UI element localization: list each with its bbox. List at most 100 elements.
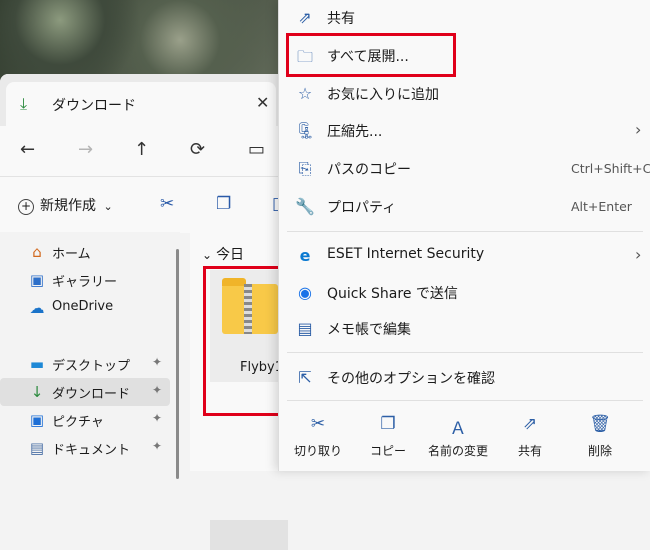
menu-separator: [287, 231, 643, 232]
sidebar-item-label: デスクトップ: [52, 359, 131, 374]
menu-item-properties[interactable]: 🔧 プロパティ Alt+Enter: [279, 189, 650, 225]
pin-icon[interactable]: ✦: [152, 355, 162, 369]
onedrive-cloud-icon: ☁: [29, 299, 45, 317]
new-button-label: 新規作成: [40, 198, 96, 214]
sidebar-item-label: ホーム: [52, 247, 91, 262]
menu-item-label: 圧縮先...: [327, 124, 383, 140]
sidebar-item-label: ギャラリー: [52, 275, 118, 290]
copy-path-icon: ⎘: [298, 159, 312, 178]
chevron-right-icon: ›: [635, 245, 642, 264]
menu-item-more-options[interactable]: ⇱ その他のオプションを確認: [279, 360, 650, 396]
menu-item-label: プロパティ: [327, 200, 397, 216]
navigation-bar: ← → ↑ ⟳ ▭: [0, 126, 300, 176]
quick-share-icon: ◉: [298, 283, 312, 302]
sidebar-item-label: ドキュメント: [52, 443, 131, 458]
copy-button[interactable]: ❐ コピー: [353, 412, 423, 471]
tab-title: ダウンロード: [52, 98, 136, 114]
more-options-icon: ⇱: [298, 368, 312, 387]
menu-separator: [287, 400, 643, 401]
trash-icon: 🗑: [589, 414, 611, 434]
shortcut-label: Ctrl+Shift+C: [571, 161, 650, 176]
cut-icon[interactable]: ✂: [160, 194, 174, 214]
tab-downloads[interactable]: ⤓ ダウンロード ✕: [6, 82, 276, 126]
gallery-icon: ▣: [29, 271, 45, 289]
menu-separator: [287, 352, 643, 353]
copy-icon: ❐: [380, 414, 396, 434]
sidebar-item-onedrive[interactable]: ☁ OneDrive: [0, 294, 170, 322]
menu-item-label: 共有: [327, 11, 355, 27]
pin-icon[interactable]: ✦: [152, 411, 162, 425]
share-icon: ⇗: [522, 414, 538, 434]
sidebar-item-home[interactable]: ⌂ ホーム: [0, 238, 170, 266]
cut-button[interactable]: ✂ 切り取り: [283, 412, 353, 471]
sidebar-item-label: OneDrive: [52, 299, 114, 314]
action-label: 切り取り: [293, 444, 342, 458]
menu-item-share[interactable]: ⇗ 共有: [279, 0, 650, 36]
sidebar-item-label: ダウンロード: [52, 387, 131, 402]
documents-icon: ▤: [29, 439, 45, 457]
chevron-right-icon: ›: [635, 120, 642, 139]
shortcut-label: Alt+Enter: [571, 199, 632, 214]
action-label: 共有: [517, 444, 542, 458]
back-arrow-icon[interactable]: ←: [20, 139, 35, 160]
sidebar-item-pictures[interactable]: ▣ ピクチャ ✦: [0, 406, 170, 434]
new-button[interactable]: + 新規作成 ⌄: [18, 195, 113, 215]
menu-item-add-favorite[interactable]: ☆ お気に入りに追加: [279, 76, 650, 112]
action-label: 削除: [587, 444, 612, 458]
tab-bar: ⤓ ダウンロード ✕: [0, 74, 300, 126]
command-bar: + 新規作成 ⌄ ✂ ❐ ▯: [0, 176, 300, 233]
delete-button[interactable]: 🗑 削除: [565, 412, 635, 471]
group-label: 今日: [216, 247, 245, 263]
pin-icon[interactable]: ✦: [152, 439, 162, 453]
forward-arrow-icon[interactable]: →: [78, 139, 93, 160]
menu-item-label: ESET Internet Security: [327, 246, 485, 262]
notepad-icon: ▤: [297, 319, 313, 338]
action-label: コピー: [369, 444, 406, 458]
download-icon: ⤓: [20, 94, 28, 113]
menu-item-label: メモ帳で編集: [327, 322, 411, 338]
menu-item-copy-path[interactable]: ⎘ パスのコピー Ctrl+Shift+C: [279, 151, 650, 187]
pictures-icon: ▣: [29, 411, 45, 429]
home-icon: ⌂: [32, 243, 42, 261]
close-icon[interactable]: ✕: [256, 93, 269, 112]
navigation-pane: ⌂ ホーム ▣ ギャラリー ☁ OneDrive ▬ デスクトップ ✦ ↓ ダウ…: [0, 232, 180, 471]
menu-item-eset[interactable]: e ESET Internet Security ›: [279, 238, 650, 274]
cut-icon: ✂: [310, 414, 326, 434]
context-menu-action-bar: ✂ 切り取り ❐ コピー Ａ 名前の変更 ⇗ 共有 🗑 削除: [279, 412, 650, 471]
menu-item-label: その他のオプションを確認: [327, 371, 495, 387]
star-icon: ☆: [297, 84, 313, 103]
eset-icon: e: [299, 246, 311, 265]
group-header-today[interactable]: ⌄ 今日: [202, 244, 244, 264]
copy-icon[interactable]: ❐: [216, 194, 231, 214]
pin-icon[interactable]: ✦: [152, 383, 162, 397]
file-item[interactable]: [210, 520, 288, 550]
share-button[interactable]: ⇗ 共有: [495, 412, 565, 471]
sidebar-item-downloads[interactable]: ↓ ダウンロード ✦: [0, 378, 170, 406]
menu-item-quick-share[interactable]: ◉ Quick Share で送信: [279, 275, 650, 311]
plus-circle-icon: +: [18, 199, 34, 215]
sidebar-item-desktop[interactable]: ▬ デスクトップ ✦: [0, 350, 170, 378]
menu-item-label: お気に入りに追加: [327, 87, 439, 103]
wrench-icon: 🔧: [295, 197, 315, 216]
menu-item-label: Quick Share で送信: [327, 286, 458, 302]
highlight-box-extract-all: [286, 33, 456, 77]
action-label: 名前の変更: [427, 444, 488, 458]
download-icon: ↓: [30, 383, 44, 401]
refresh-icon[interactable]: ⟳: [190, 139, 205, 160]
sidebar-scrollbar[interactable]: [176, 249, 179, 479]
menu-item-notepad[interactable]: ▤ メモ帳で編集: [279, 311, 650, 347]
desktop-icon: ▬: [29, 355, 45, 373]
share-icon: ⇗: [298, 8, 312, 27]
chevron-down-icon: ⌄: [202, 248, 213, 262]
chevron-down-icon: ⌄: [103, 200, 113, 213]
sidebar-item-gallery[interactable]: ▣ ギャラリー: [0, 266, 170, 294]
menu-item-compress[interactable]: 🗜 圧縮先... ›: [279, 113, 650, 149]
menu-item-label: パスのコピー: [327, 162, 411, 178]
sidebar-item-label: ピクチャ: [52, 415, 104, 430]
monitor-icon[interactable]: ▭: [248, 139, 265, 160]
up-arrow-icon[interactable]: ↑: [134, 139, 149, 160]
rename-button[interactable]: Ａ 名前の変更: [423, 412, 493, 471]
rename-icon: Ａ: [449, 419, 467, 439]
sidebar-item-documents[interactable]: ▤ ドキュメント ✦: [0, 434, 170, 462]
compress-icon: 🗜: [295, 121, 316, 140]
